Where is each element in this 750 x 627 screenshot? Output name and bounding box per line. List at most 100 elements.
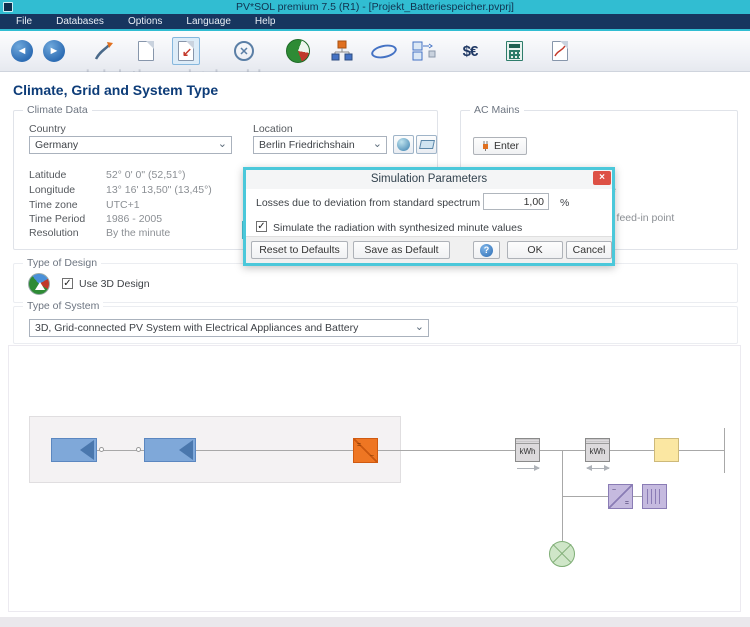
type-of-design-group: Type of Design ✓ Use 3D Design [13, 257, 738, 303]
report-icon [552, 41, 568, 61]
ac-mains-group-label: AC Mains [470, 104, 524, 116]
use-3d-design-checkbox-label: Use 3D Design [79, 278, 150, 290]
inverter-ac-symbol: ~ [369, 453, 374, 460]
dialog-close-button[interactable]: × [593, 171, 611, 185]
simulation-parameters-dialog: Simulation Parameters × Losses due to de… [243, 167, 615, 266]
pv-module-1[interactable] [51, 438, 97, 462]
map-icon [418, 140, 435, 149]
timezone-label: Time zone [29, 199, 78, 211]
energy-flow-button[interactable] [410, 37, 438, 65]
battery-branch-wire [562, 496, 608, 497]
country-select[interactable]: Germany [29, 136, 232, 154]
climate-button[interactable] [284, 37, 312, 65]
type-of-system-value: 3D, Grid-connected PV System with Electr… [35, 322, 359, 334]
country-label: Country [29, 123, 66, 135]
close-project-button[interactable]: ✕ [230, 37, 258, 65]
type-of-system-label: Type of System [23, 300, 104, 312]
help-button[interactable]: ? [473, 241, 500, 259]
loop-button[interactable] [369, 37, 399, 65]
type-of-system-group: Type of System 3D, Grid-connected PV Sys… [13, 300, 738, 344]
synthesized-minutes-checkbox-label: Simulate the radiation with synthesized … [273, 222, 523, 234]
time-period-value: 1986 - 2005 [106, 213, 163, 225]
wizard-button[interactable] [90, 37, 118, 65]
pv-module-2[interactable] [144, 438, 196, 462]
menu-databases[interactable]: Databases [56, 16, 104, 27]
menu-bar: File Databases Options Language Help [0, 14, 750, 29]
loss-input[interactable] [483, 193, 549, 210]
loop-icon [369, 41, 399, 61]
consumer-load-icon[interactable] [549, 541, 575, 567]
climate-globe-button[interactable] [393, 135, 414, 154]
grid-bus-line [724, 428, 725, 473]
window-title: PV*SOL premium 7.5 (R1) - [Projekt_Batte… [236, 1, 514, 13]
battery-inverter-dc-symbol: = [624, 500, 629, 507]
menu-options[interactable]: Options [128, 16, 162, 27]
plug-icon [482, 141, 488, 151]
dialog-title: Simulation Parameters [370, 173, 488, 185]
synthesized-minutes-checkbox[interactable]: ✓ [256, 221, 267, 232]
page-title: Climate, Grid and System Type [13, 82, 219, 98]
forward-button[interactable]: ► [40, 37, 68, 65]
menu-file[interactable]: File [16, 16, 32, 27]
ac-enter-button[interactable]: Enter [473, 137, 527, 155]
dialog-footer: Reset to Defaults Save as Default ? OK C… [246, 236, 612, 263]
type-of-design-label: Type of Design [23, 257, 102, 269]
timezone-value: UTC+1 [106, 199, 140, 211]
feed-in-meter-label: kWh [519, 447, 536, 456]
menu-help[interactable]: Help [255, 16, 276, 27]
new-project-button[interactable] [132, 37, 160, 65]
location-value: Berlin Friedrichshain [259, 139, 355, 151]
save-default-button[interactable]: Save as Default [353, 241, 450, 259]
globe-icon [397, 138, 410, 151]
pv-inverter[interactable]: = ~ [353, 438, 378, 463]
main-content: Climate, Grid and System Type Climate Da… [0, 72, 750, 617]
type-of-system-select[interactable]: 3D, Grid-connected PV System with Electr… [29, 319, 429, 337]
cancel-button[interactable]: Cancel [566, 241, 612, 259]
connector-dot-1 [99, 447, 104, 452]
feed-in-meter[interactable]: kWh [515, 438, 540, 462]
latitude-value: 52° 0' 0" (52,51°) [106, 169, 186, 181]
use-3d-design-checkbox[interactable]: ✓ [62, 278, 73, 289]
dialog-title-bar[interactable]: Simulation Parameters × [246, 170, 612, 189]
loss-unit: % [560, 197, 570, 209]
battery-inverter-ac-symbol: ~ [612, 487, 617, 494]
time-period-label: Time Period [29, 213, 86, 225]
location-select[interactable]: Berlin Friedrichshain [253, 136, 387, 154]
wizard-icon [94, 42, 113, 60]
longitude-label: Longitude [29, 184, 76, 196]
location-label: Location [253, 123, 293, 135]
battery-inverter[interactable]: ~ = [608, 484, 633, 509]
latitude-label: Latitude [29, 169, 67, 181]
climate-data-group-label: Climate Data [23, 104, 92, 116]
ok-button[interactable]: OK [507, 241, 563, 259]
loss-label: Losses due to deviation from standard sp… [256, 197, 481, 209]
forward-icon: ► [43, 40, 65, 62]
bidirectional-arrow [586, 465, 610, 471]
report-button[interactable] [546, 37, 574, 65]
climate-map-button[interactable] [416, 135, 437, 154]
bottom-strip [0, 617, 750, 627]
system-diagram: = ~ kWh kWh ~ = [8, 345, 741, 612]
edit-document-icon: ↙ [178, 41, 194, 61]
cancel-icon: ✕ [234, 41, 254, 61]
edit-project-button[interactable]: ↙ [172, 37, 200, 65]
resolution-value: By the minute [106, 227, 171, 239]
grid-meter-label: kWh [589, 447, 606, 456]
calculate-button[interactable] [500, 37, 528, 65]
title-bar: PV*SOL premium 7.5 (R1) - [Projekt_Batte… [0, 0, 750, 14]
tariffs-button[interactable]: $€ [456, 37, 484, 65]
design-3d-icon [28, 273, 50, 295]
country-value: Germany [35, 139, 79, 151]
back-icon: ◄ [11, 40, 33, 62]
menu-language[interactable]: Language [186, 16, 231, 27]
feed-in-arrow [517, 465, 540, 471]
red-arrow-glyph: ↙ [182, 45, 193, 59]
grid-meter[interactable]: kWh [585, 438, 610, 462]
energy-flow-icon [412, 41, 436, 61]
grid-connection-box[interactable] [654, 438, 679, 462]
battery-icon[interactable] [642, 484, 667, 509]
system-diagram-button[interactable] [328, 37, 356, 65]
toolbar: ◄ ► ↙ ✕ $€ [0, 31, 750, 99]
reset-defaults-button[interactable]: Reset to Defaults [251, 241, 348, 259]
back-button[interactable]: ◄ [8, 37, 36, 65]
